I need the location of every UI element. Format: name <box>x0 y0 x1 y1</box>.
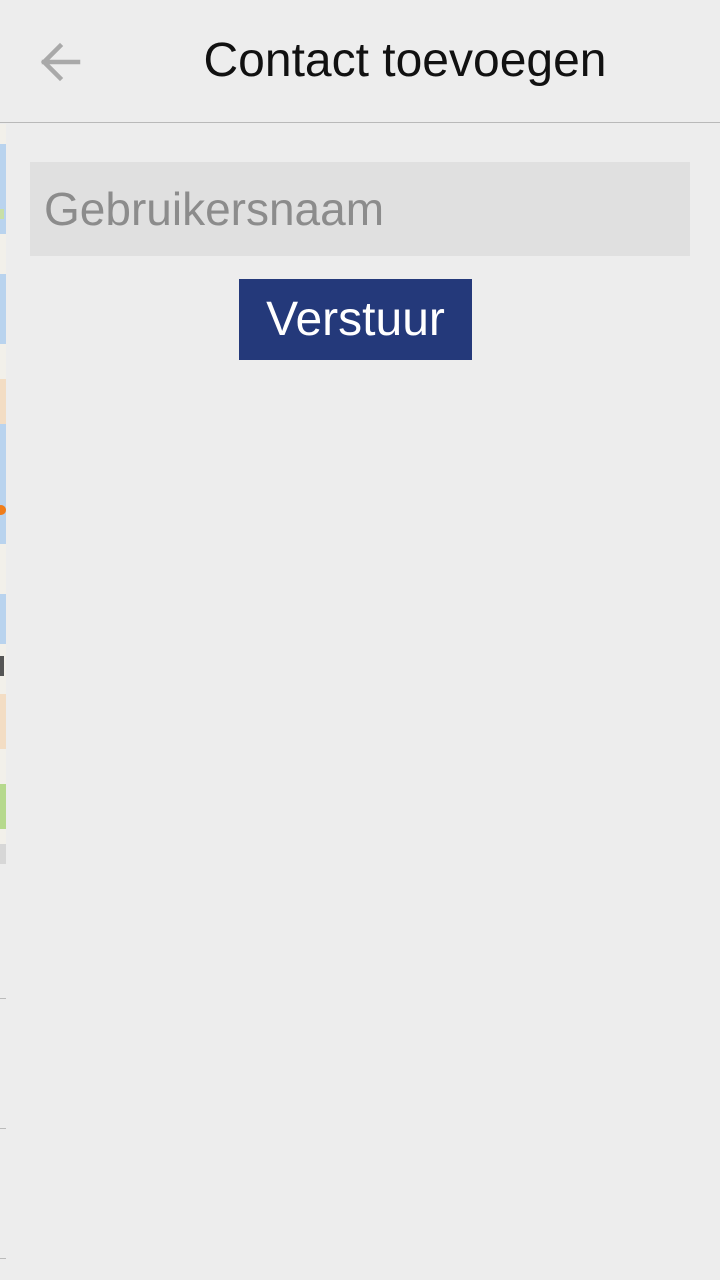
page-title: Contact toevoegen <box>203 34 607 87</box>
edge-tick <box>0 1128 6 1129</box>
submit-button[interactable]: Verstuur <box>239 279 472 360</box>
background-map-edge <box>0 124 6 864</box>
app-screen: Contact toevoegen Verstuur <box>0 0 720 1280</box>
edge-tick <box>0 998 6 999</box>
back-button[interactable] <box>22 24 98 100</box>
edge-tick <box>0 1258 6 1259</box>
arrow-left-icon <box>40 42 81 82</box>
username-input[interactable] <box>30 162 690 256</box>
app-bar: Contact toevoegen <box>0 0 720 123</box>
